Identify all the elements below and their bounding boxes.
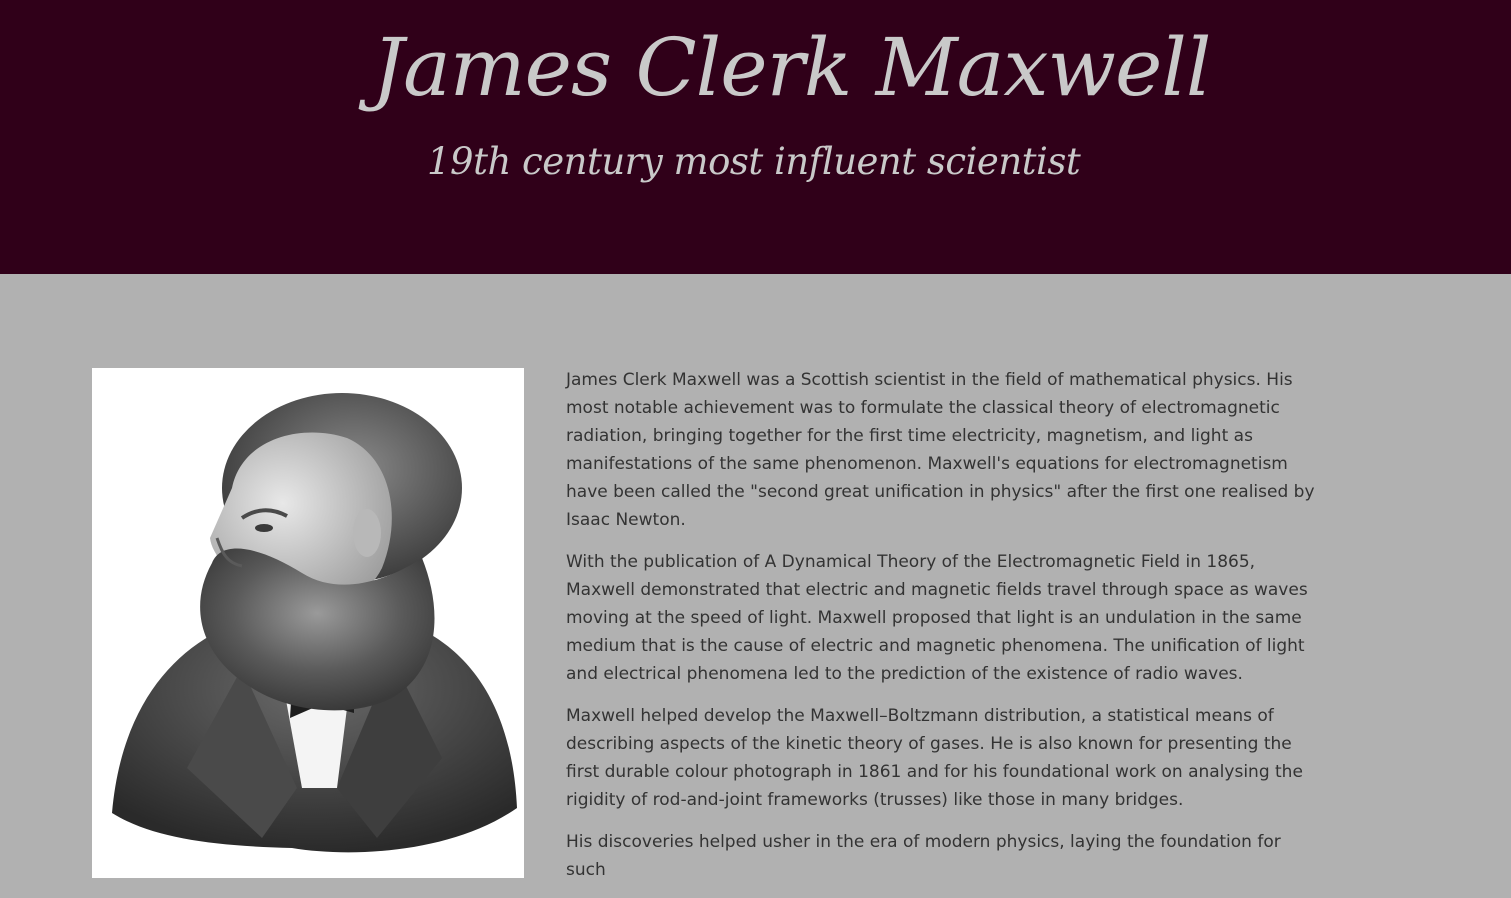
main-content: James Clerk Maxwell was a Scottish scien…: [0, 274, 1511, 880]
bio-paragraph: With the publication of A Dynamical Theo…: [566, 552, 1308, 684]
bio-paragraph: Maxwell helped develop the Maxwell–Boltz…: [566, 706, 1303, 810]
page-subtitle: 19th century most influent scientist: [427, 140, 1081, 183]
page-title: James Clerk Maxwell: [372, 21, 1211, 114]
page-header: James Clerk Maxwell 19th century most in…: [0, 0, 1511, 274]
biography-text: James Clerk Maxwell was a Scottish scien…: [566, 366, 1318, 898]
bio-paragraph: James Clerk Maxwell was a Scottish scien…: [566, 370, 1315, 530]
bio-paragraph: His discoveries helped usher in the era …: [566, 832, 1281, 880]
portrait-image: [92, 368, 524, 878]
portrait-engraving-icon: [112, 393, 517, 853]
